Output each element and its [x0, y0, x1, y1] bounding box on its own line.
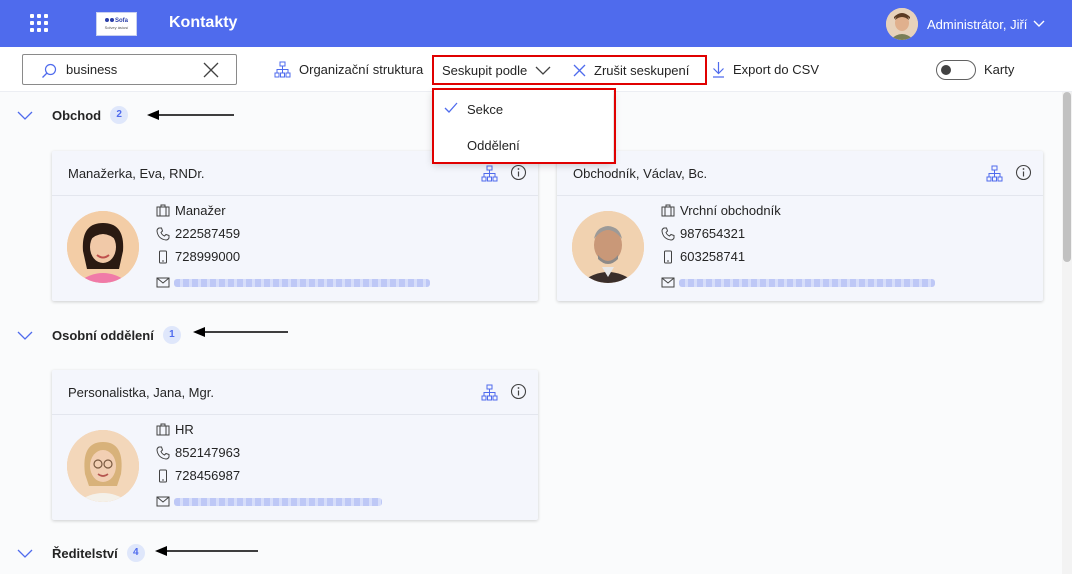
count-badge: 2 [110, 106, 129, 124]
job-title-row: HR [156, 422, 194, 437]
group-name: Osobní oddělení [52, 327, 154, 343]
mobile-row[interactable]: 603258741 [661, 249, 745, 264]
org-chart-icon[interactable] [986, 165, 1003, 182]
export-label: Export do CSV [733, 62, 819, 77]
email-link[interactable] [679, 279, 935, 287]
contact-name: Manažerka, Eva, RNDr. [68, 166, 205, 181]
user-avatar [886, 8, 918, 40]
app-title: Kontakty [169, 14, 238, 31]
contacts-list: Obchod 2 Manažerka, Eva, RNDr. Manažer 2… [0, 92, 1062, 574]
group-header-osobni-oddeleni[interactable]: Osobní oddělení 1 [52, 326, 181, 344]
info-icon[interactable] [510, 383, 527, 400]
chevron-down-icon [1033, 20, 1045, 27]
job-title-row: Vrchní obchodník [661, 203, 781, 218]
group-header-reditelstvi[interactable]: Ředitelství 4 [52, 544, 145, 562]
company-logo: Sofa Solvey ásíusí [96, 12, 137, 36]
scrollbar[interactable] [1062, 92, 1072, 574]
contact-card[interactable]: Personalistka, Jana, Mgr. HR 852147963 7… [52, 370, 538, 520]
app-launcher-icon[interactable] [30, 14, 48, 32]
clear-search-icon[interactable] [203, 62, 219, 78]
contact-photo [67, 430, 139, 502]
download-icon [713, 62, 724, 78]
org-chart-icon[interactable] [481, 384, 498, 401]
user-menu[interactable]: Administrátor, Jiří [886, 8, 1045, 40]
highlight-annotation [432, 55, 707, 85]
chevron-down-icon[interactable] [17, 111, 33, 120]
annotation-arrow [193, 327, 288, 337]
chevron-down-icon[interactable] [17, 549, 33, 558]
phone-icon [661, 227, 675, 241]
contact-name: Obchodník, Václav, Bc. [573, 166, 708, 181]
scrollbar-thumb[interactable] [1063, 92, 1071, 262]
contact-card[interactable]: Obchodník, Václav, Bc. Vrchní obchodník … [557, 151, 1043, 301]
phone-row[interactable]: 852147963 [156, 445, 240, 460]
job-title-row: Manažer [156, 203, 226, 218]
cards-toggle[interactable] [936, 60, 976, 80]
org-structure-button[interactable]: Organizační struktura [274, 61, 423, 78]
briefcase-icon [156, 423, 170, 436]
annotation-arrow [147, 110, 234, 120]
contact-photo [67, 211, 139, 283]
mobile-icon [159, 469, 167, 482]
group-name: Ředitelství [52, 545, 118, 561]
contact-card[interactable]: Manažerka, Eva, RNDr. Manažer 222587459 [52, 151, 538, 301]
org-chart-icon [274, 61, 291, 78]
search-value: business [66, 62, 118, 77]
mobile-icon [664, 250, 672, 263]
annotation-arrow [155, 546, 258, 556]
info-icon[interactable] [1015, 164, 1032, 181]
mobile-row[interactable]: 728999000 [156, 249, 240, 264]
group-name: Obchod [52, 107, 102, 123]
search-input[interactable]: business [22, 54, 237, 85]
phone-row[interactable]: 222587459 [156, 226, 240, 241]
phone-row[interactable]: 987654321 [661, 226, 745, 241]
app-header: Sofa Solvey ásíusí Kontakty Administráto… [0, 0, 1072, 47]
count-badge: 1 [162, 326, 181, 344]
mail-icon [156, 496, 170, 507]
org-chart-icon[interactable] [481, 165, 498, 182]
phone-icon [156, 227, 170, 241]
search-icon [42, 63, 57, 78]
mail-icon [156, 277, 170, 288]
cards-toggle-label: Karty [984, 62, 1015, 77]
count-badge: 4 [126, 544, 145, 562]
email-link[interactable] [174, 279, 430, 287]
highlight-annotation [432, 88, 616, 164]
mail-icon [661, 277, 675, 288]
briefcase-icon [156, 204, 170, 217]
mobile-row[interactable]: 728456987 [156, 468, 240, 483]
user-name: Administrátor, Jiří [927, 16, 1028, 32]
export-csv-button[interactable]: Export do CSV [712, 61, 819, 78]
email-link[interactable] [174, 498, 382, 506]
chevron-down-icon[interactable] [17, 331, 33, 340]
info-icon[interactable] [510, 164, 527, 181]
briefcase-icon [661, 204, 675, 217]
phone-icon [156, 446, 170, 460]
contact-name: Personalistka, Jana, Mgr. [68, 385, 214, 400]
contact-photo [572, 211, 644, 283]
group-header-obchod[interactable]: Obchod 2 [52, 106, 129, 124]
mobile-icon [159, 250, 167, 263]
org-structure-label: Organizační struktura [299, 62, 424, 77]
